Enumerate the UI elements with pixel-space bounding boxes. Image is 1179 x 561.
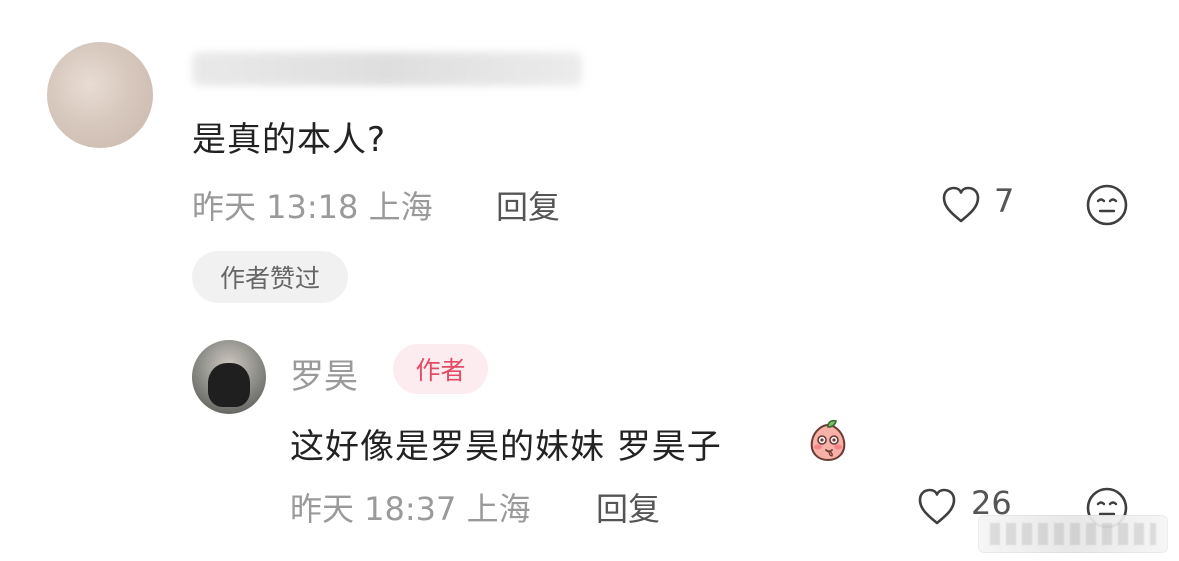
blurred-commenter-name [192, 52, 582, 86]
reply-text: 这好像是罗昊的妹妹 罗昊子 [290, 427, 722, 467]
peach-blush-emoji-icon [810, 419, 846, 462]
reply-button[interactable]: 回复 [496, 182, 560, 228]
heart-icon[interactable] [914, 486, 960, 526]
liked-by-author-badge: 作者赞过 [192, 251, 348, 303]
meh-face-icon[interactable] [1084, 182, 1130, 228]
reply-username[interactable]: 罗昊 [290, 349, 358, 398]
reply-avatar[interactable] [192, 340, 266, 414]
commenter-avatar[interactable] [47, 42, 153, 148]
like-count: 7 [994, 182, 1015, 220]
author-badge: 作者 [393, 344, 488, 394]
reply-button[interactable]: 回复 [596, 484, 660, 530]
comment-meta: 昨天 13:18 上海 [192, 188, 433, 226]
reply-meta: 昨天 18:37 上海 [290, 490, 531, 528]
comment-text: 是真的本人? [192, 120, 387, 160]
watermark-overlay [990, 523, 1156, 545]
heart-icon[interactable] [938, 184, 984, 224]
